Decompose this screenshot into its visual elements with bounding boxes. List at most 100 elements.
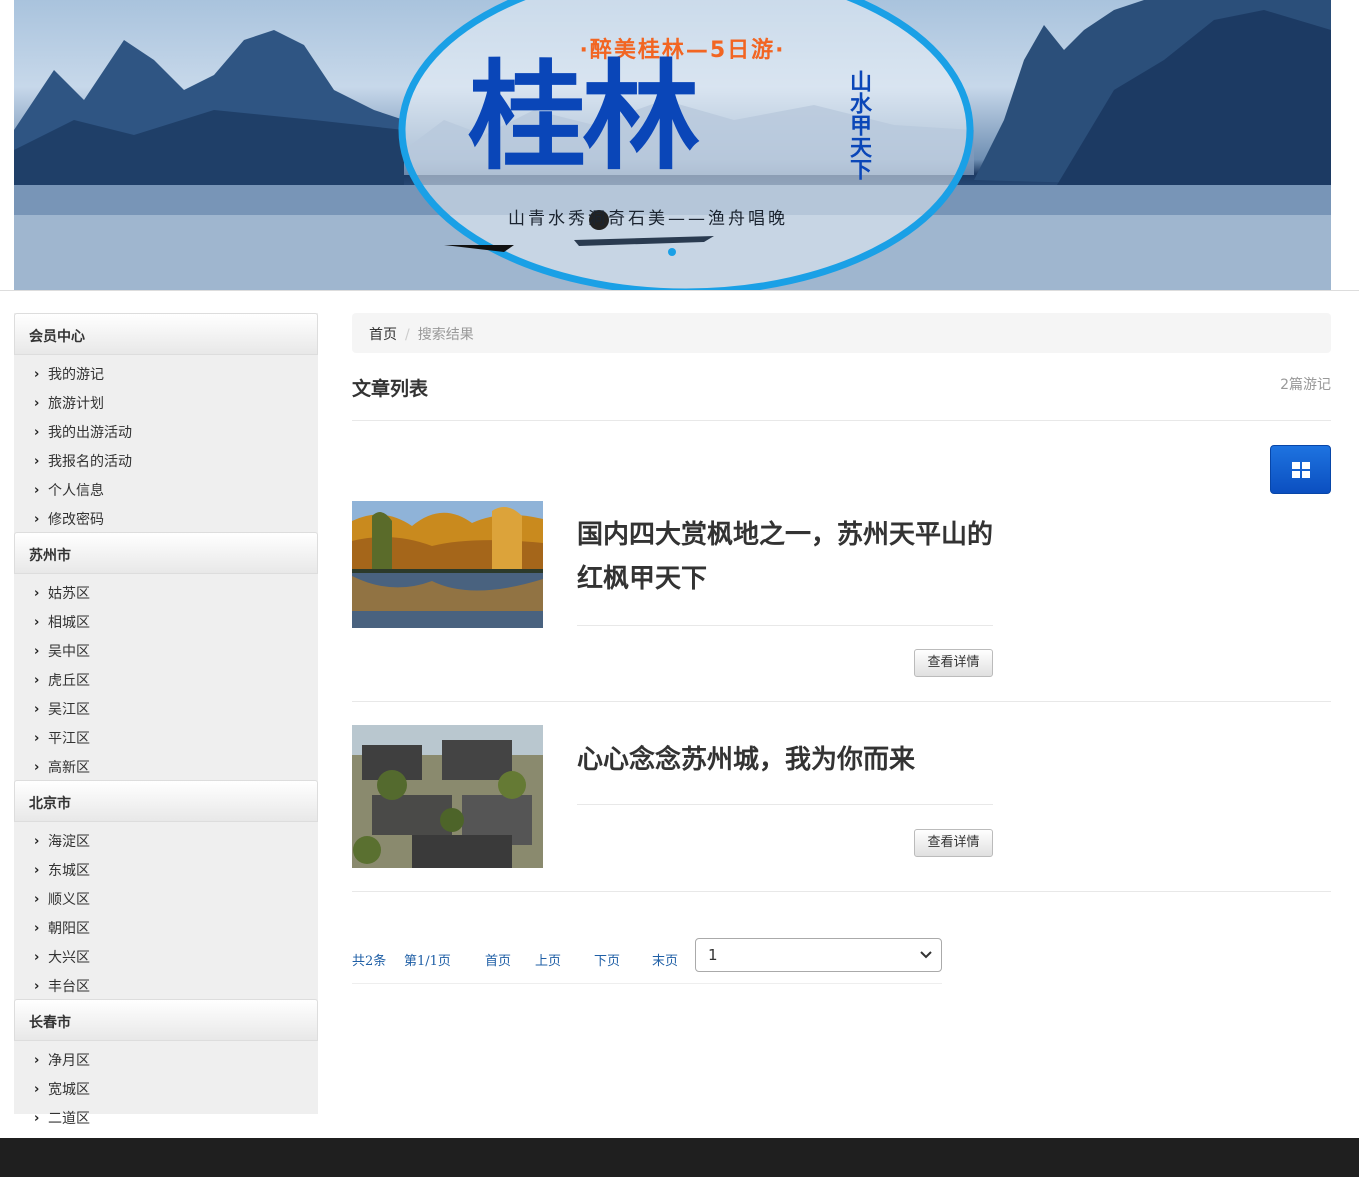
chevron-right-icon: › [34,1082,40,1097]
pager-page-info: 第1/1页 [404,954,451,969]
pager-prev-link[interactable]: 上页 [535,950,561,969]
view-details-button[interactable]: 查看详情 [914,649,993,677]
article-item: 国内四大赏枫地之一，苏州天平山的红枫甲天下 查看详情 [352,501,1331,702]
sidebar-item-label: 旅游计划 [48,395,104,412]
article-title[interactable]: 国内四大赏枫地之一，苏州天平山的红枫甲天下 [577,513,993,601]
divider [352,983,942,984]
sidebar-item[interactable]: › 大兴区 [14,941,318,970]
article-thumbnail[interactable] [352,501,543,628]
sidebar-item-label: 虎丘区 [48,672,90,689]
chevron-right-icon: › [34,1111,40,1126]
banner-title: 桂林 [468,48,700,186]
divider [577,804,993,805]
grid-icon [1291,461,1310,478]
breadcrumb: 首页 / 搜索结果 [352,313,1331,353]
chevron-right-icon: › [34,834,40,849]
footer [0,1138,1359,1177]
sidebar-item[interactable]: › 宽城区 [14,1073,318,1102]
article-list-title: 文章列表 [352,378,429,400]
article-item: 心心念念苏州城，我为你而来 查看详情 [352,725,1331,892]
article-thumbnail[interactable] [352,725,543,868]
sidebar-item-label: 大兴区 [48,949,90,966]
sidebar-item-label: 海淀区 [48,833,90,850]
chevron-right-icon: › [34,979,40,994]
sidebar: 会员中心 › 我的游记 › 旅游计划 › 我的出游活动 › 我报名的活动 › 个人信息 ›… [14,313,318,1127]
sidebar-item[interactable]: › 高新区 [14,751,318,780]
chevron-right-icon: › [34,512,40,527]
chevron-right-icon: › [34,921,40,936]
view-details-button[interactable]: 查看详情 [914,829,993,857]
sidebar-item[interactable]: › 二道区 [14,1102,318,1131]
sidebar-item-label: 顺义区 [48,891,90,908]
chevron-right-icon: › [34,673,40,688]
sidebar-item[interactable]: › 我的游记 [14,358,318,387]
sidebar-item[interactable]: › 旅游计划 [14,387,318,416]
sidebar-item-label: 个人信息 [48,482,104,499]
chevron-right-icon: › [34,1053,40,1068]
sidebar-item[interactable]: › 我的出游活动 [14,416,318,445]
chevron-right-icon: › [34,760,40,775]
breadcrumb-home-link[interactable]: 首页 [369,327,397,343]
sidebar-item[interactable]: › 净月区 [14,1044,318,1073]
chevron-right-icon: › [34,483,40,498]
sidebar-item[interactable]: › 姑苏区 [14,577,318,606]
sidebar-group: 长春市 › 净月区 › 宽城区 › 二道区 [14,999,318,1131]
sidebar-group-title[interactable]: 长春市 [14,999,318,1041]
breadcrumb-separator: / [405,327,410,343]
sidebar-item-label: 二道区 [48,1110,90,1127]
sidebar-item-label: 我的出游活动 [48,424,132,441]
divider [352,891,1331,892]
sidebar-item-label: 我的游记 [48,366,104,383]
sidebar-item[interactable]: › 个人信息 [14,474,318,503]
page-select[interactable]: 1 [695,938,942,972]
sidebar-item[interactable]: › 平江区 [14,722,318,751]
sidebar-item-label: 修改密码 [48,511,104,528]
page-select-value: 1 [708,946,718,964]
sidebar-group-title[interactable]: 北京市 [14,780,318,822]
chevron-right-icon: › [34,702,40,717]
chevron-right-icon: › [34,425,40,440]
banner-vertical-text: 山水甲天下 [846,70,871,180]
pager-last-link[interactable]: 末页 [652,950,678,969]
grid-view-button[interactable] [1270,445,1331,494]
sidebar-item[interactable]: › 吴中区 [14,635,318,664]
pager-total: 共2条 [352,954,387,969]
sidebar-item-label: 东城区 [48,862,90,879]
header-divider [0,290,1359,291]
chevron-right-icon: › [34,892,40,907]
sidebar-item-label: 朝阳区 [48,920,90,937]
chevron-down-icon [920,951,932,959]
banner-slogan: 山青水秀洞奇石美——渔舟唱晚 [508,209,788,229]
sidebar-group: 苏州市 › 姑苏区 › 相城区 › 吴中区 › 虎丘区 › 吴江区 › 平江区 › 高新区 [14,532,318,780]
chevron-right-icon: › [34,396,40,411]
breadcrumb-current: 搜索结果 [417,327,474,343]
pager-next-link[interactable]: 下页 [594,950,620,969]
sidebar-item[interactable]: › 修改密码 [14,503,318,532]
sidebar-item[interactable]: › 虎丘区 [14,664,318,693]
sidebar-group-title[interactable]: 苏州市 [14,532,318,574]
sidebar-item[interactable]: › 相城区 [14,606,318,635]
sidebar-item-label: 我报名的活动 [48,453,132,470]
sidebar-item-label: 平江区 [48,730,90,747]
article-title[interactable]: 心心念念苏州城，我为你而来 [577,738,993,782]
sidebar-item-label: 吴江区 [48,701,90,718]
article-count: 2篇游记 [1280,377,1331,393]
sidebar-group: 会员中心 › 我的游记 › 旅游计划 › 我的出游活动 › 我报名的活动 › 个人信息 ›… [14,313,318,532]
sidebar-group: 北京市 › 海淀区 › 东城区 › 顺义区 › 朝阳区 › 大兴区 › 丰台区 [14,780,318,999]
sidebar-item[interactable]: › 我报名的活动 [14,445,318,474]
divider [352,701,1331,702]
sidebar-item[interactable]: › 丰台区 [14,970,318,999]
sidebar-item[interactable]: › 海淀区 [14,825,318,854]
pagination: 共2条 第1/1页 首页 上页 下页 末页 1 [352,938,942,984]
sidebar-item[interactable]: › 东城区 [14,854,318,883]
chevron-right-icon: › [34,615,40,630]
sidebar-item[interactable]: › 顺义区 [14,883,318,912]
sidebar-item-label: 高新区 [48,759,90,776]
pager-first-link[interactable]: 首页 [485,950,511,969]
chevron-right-icon: › [34,863,40,878]
sidebar-group-title[interactable]: 会员中心 [14,313,318,355]
chevron-right-icon: › [34,644,40,659]
sidebar-item-label: 丰台区 [48,978,90,995]
sidebar-item[interactable]: › 朝阳区 [14,912,318,941]
sidebar-item[interactable]: › 吴江区 [14,693,318,722]
